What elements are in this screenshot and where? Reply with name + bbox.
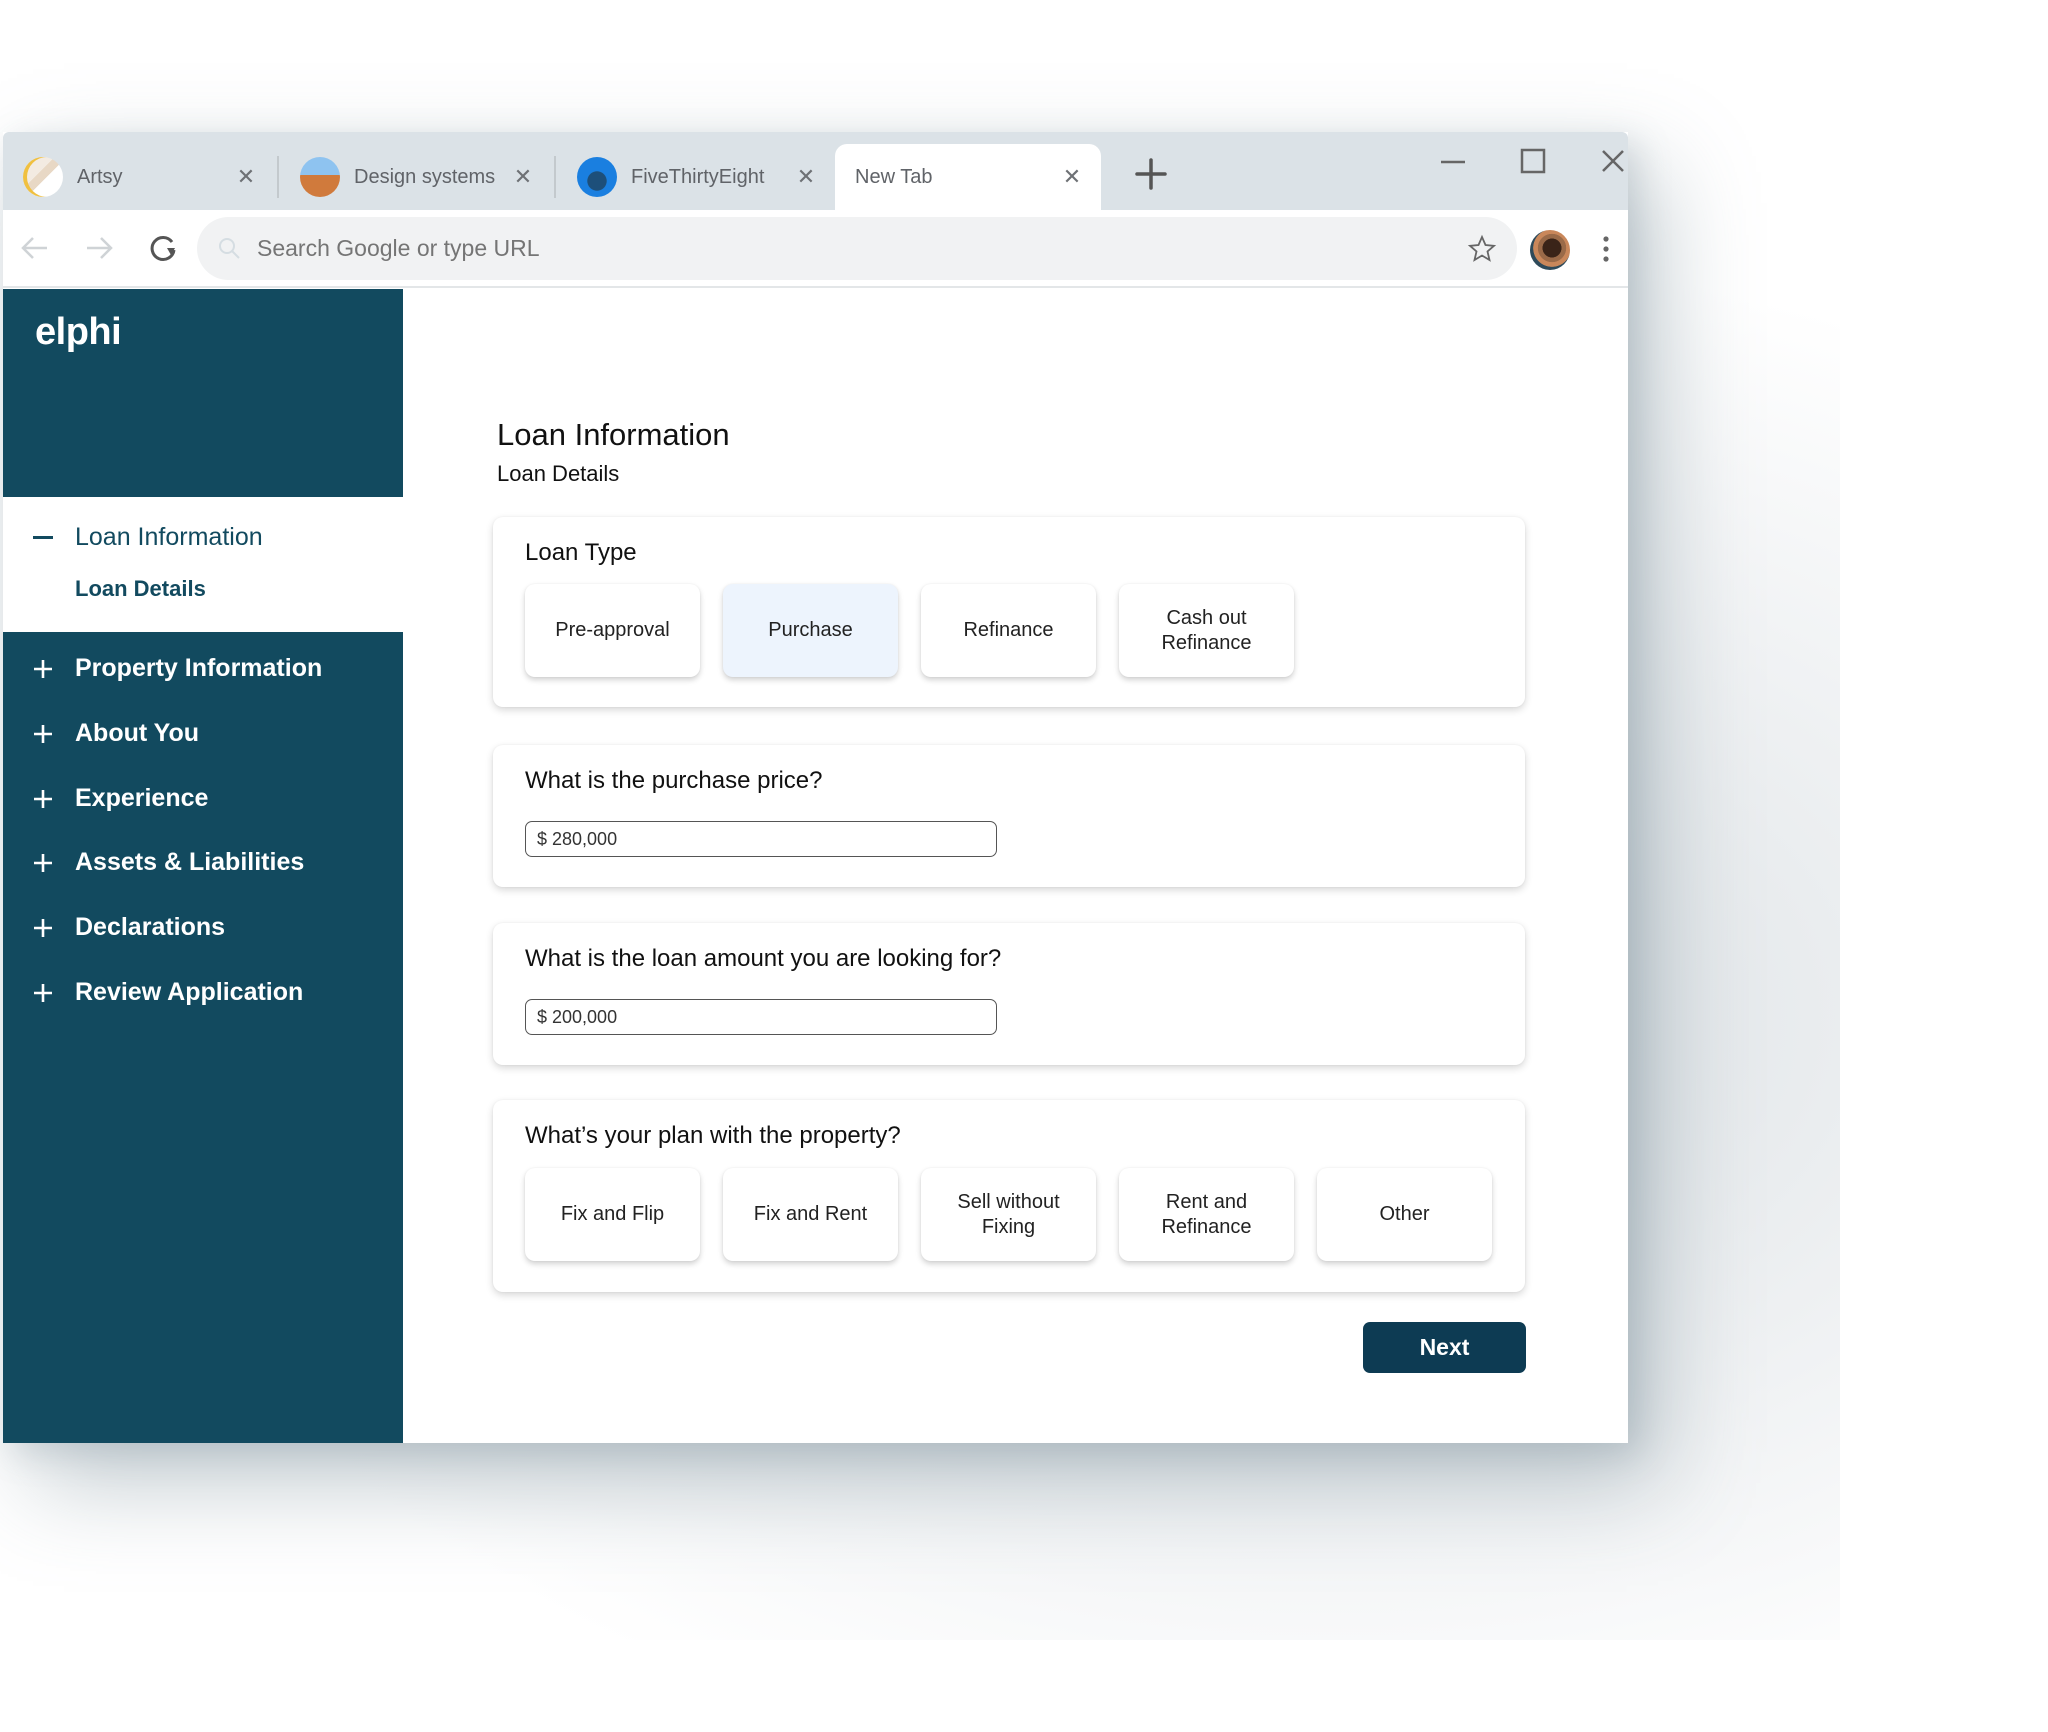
sidebar-item-label: Experience: [75, 784, 209, 812]
new-tab-plus-icon[interactable]: [1131, 154, 1171, 194]
close-window-icon[interactable]: [1593, 142, 1628, 182]
tab-title: Design systems: [354, 165, 496, 188]
plan-option-other[interactable]: Other: [1317, 1168, 1492, 1261]
fivethirtyeight-favicon-icon: [577, 157, 617, 197]
tab-bar: Artsy ✕ Design systems ✕ FiveThirtyEight…: [3, 132, 1628, 210]
close-tab-icon[interactable]: ✕: [235, 164, 257, 190]
loan-type-option-refinance[interactable]: Refinance: [921, 584, 1096, 677]
loan-amount-input[interactable]: [537, 1006, 996, 1028]
sidebar-item-label: Assets & Liabilities: [75, 848, 305, 876]
loan-type-option-cash-out-refinance[interactable]: Cash out Refinance: [1119, 584, 1294, 677]
plus-icon: [34, 659, 52, 678]
property-plan-card: What’s your plan with the property? Fix …: [493, 1100, 1525, 1292]
sidebar-item-label: Review Application: [75, 978, 304, 1006]
app-logo[interactable]: elphi: [35, 311, 122, 354]
purchase-price-field[interactable]: [525, 821, 997, 857]
sidebar-item-label: Declarations: [75, 913, 226, 941]
omnibox-input[interactable]: [257, 235, 1467, 262]
sidebar-item-label: About You: [75, 719, 200, 747]
tab-fivethirtyeight[interactable]: FiveThirtyEight ✕: [557, 144, 835, 210]
tab-title: Artsy: [77, 165, 123, 188]
sidebar-item-loan-information[interactable]: Loan Information: [33, 523, 263, 552]
artsy-favicon-icon: [23, 157, 63, 197]
omnibox[interactable]: [197, 217, 1517, 280]
purchase-price-card: What is the purchase price?: [493, 745, 1525, 887]
sidebar-item-experience[interactable]: Experience: [33, 784, 208, 813]
sidebar-item-review-application[interactable]: Review Application: [33, 978, 303, 1007]
plus-icon: [34, 789, 52, 808]
sidebar-item-label: Property Information: [75, 654, 323, 682]
loan-type-option-purchase[interactable]: Purchase: [723, 584, 898, 677]
minus-icon: [33, 536, 53, 539]
back-arrow-icon[interactable]: [17, 230, 53, 266]
close-tab-icon[interactable]: ✕: [1061, 164, 1083, 190]
reload-icon[interactable]: [145, 230, 181, 266]
tab-design-systems[interactable]: Design systems ✕: [280, 144, 552, 210]
plan-option-fix-and-rent[interactable]: Fix and Rent: [723, 1168, 898, 1261]
plus-icon: [34, 853, 52, 872]
close-tab-icon[interactable]: ✕: [512, 164, 534, 190]
sidebar-item-about-you[interactable]: About You: [33, 719, 199, 748]
maximize-icon[interactable]: [1513, 142, 1553, 182]
browser-toolbar: [3, 210, 1628, 288]
plus-icon: [34, 724, 52, 743]
browser-window: Artsy ✕ Design systems ✕ FiveThirtyEight…: [3, 132, 1628, 1443]
loan-amount-field[interactable]: [525, 999, 997, 1035]
loan-type-card: Loan Type Pre-approval Purchase Refinanc…: [493, 517, 1525, 707]
loan-type-label: Loan Type: [525, 539, 637, 566]
main-content: Loan Information Loan Details Loan Type …: [403, 289, 1628, 1443]
forward-arrow-icon[interactable]: [81, 230, 117, 266]
plan-option-rent-and-refinance[interactable]: Rent and Refinance: [1119, 1168, 1294, 1261]
property-plan-label: What’s your plan with the property?: [525, 1122, 901, 1149]
sidebar-item-declarations[interactable]: Declarations: [33, 913, 225, 942]
minimize-icon[interactable]: [1433, 142, 1473, 182]
more-menu-icon[interactable]: [1601, 234, 1611, 264]
sidebar-active-section: Loan Information Loan Details: [3, 497, 403, 632]
tab-separator: [554, 156, 556, 198]
sidebar-item-label: Loan Information: [75, 523, 263, 551]
sidebar-header: elphi: [3, 289, 403, 497]
sidebar-subitem-loan-details[interactable]: Loan Details: [75, 576, 206, 602]
sidebar-item-assets-liabilities[interactable]: Assets & Liabilities: [33, 848, 304, 877]
plan-option-sell-without-fixing[interactable]: Sell without Fixing: [921, 1168, 1096, 1261]
plan-option-fix-and-flip[interactable]: Fix and Flip: [525, 1168, 700, 1261]
close-tab-icon[interactable]: ✕: [795, 164, 817, 190]
tab-title: New Tab: [855, 165, 933, 188]
loan-type-option-pre-approval[interactable]: Pre-approval: [525, 584, 700, 677]
loan-amount-label: What is the loan amount you are looking …: [525, 945, 1002, 972]
loan-amount-card: What is the loan amount you are looking …: [493, 923, 1525, 1065]
plus-icon: [34, 918, 52, 937]
tab-title: FiveThirtyEight: [631, 165, 765, 188]
design-systems-favicon-icon: [300, 157, 340, 197]
sidebar-item-property-information[interactable]: Property Information: [33, 654, 322, 683]
bookmark-star-icon[interactable]: [1467, 234, 1497, 264]
purchase-price-label: What is the purchase price?: [525, 767, 823, 794]
tab-separator: [277, 156, 279, 198]
purchase-price-input[interactable]: [537, 828, 996, 850]
plus-icon: [34, 983, 52, 1002]
tab-artsy[interactable]: Artsy ✕: [3, 144, 275, 210]
tab-new-tab[interactable]: New Tab ✕: [835, 144, 1101, 210]
page-title: Loan Information: [497, 417, 730, 452]
sidebar: elphi Loan Information Loan Details Prop…: [3, 289, 403, 1443]
page-subtitle: Loan Details: [497, 461, 620, 486]
profile-avatar[interactable]: [1530, 230, 1570, 270]
search-icon: [219, 237, 240, 259]
next-button[interactable]: Next: [1363, 1322, 1526, 1373]
